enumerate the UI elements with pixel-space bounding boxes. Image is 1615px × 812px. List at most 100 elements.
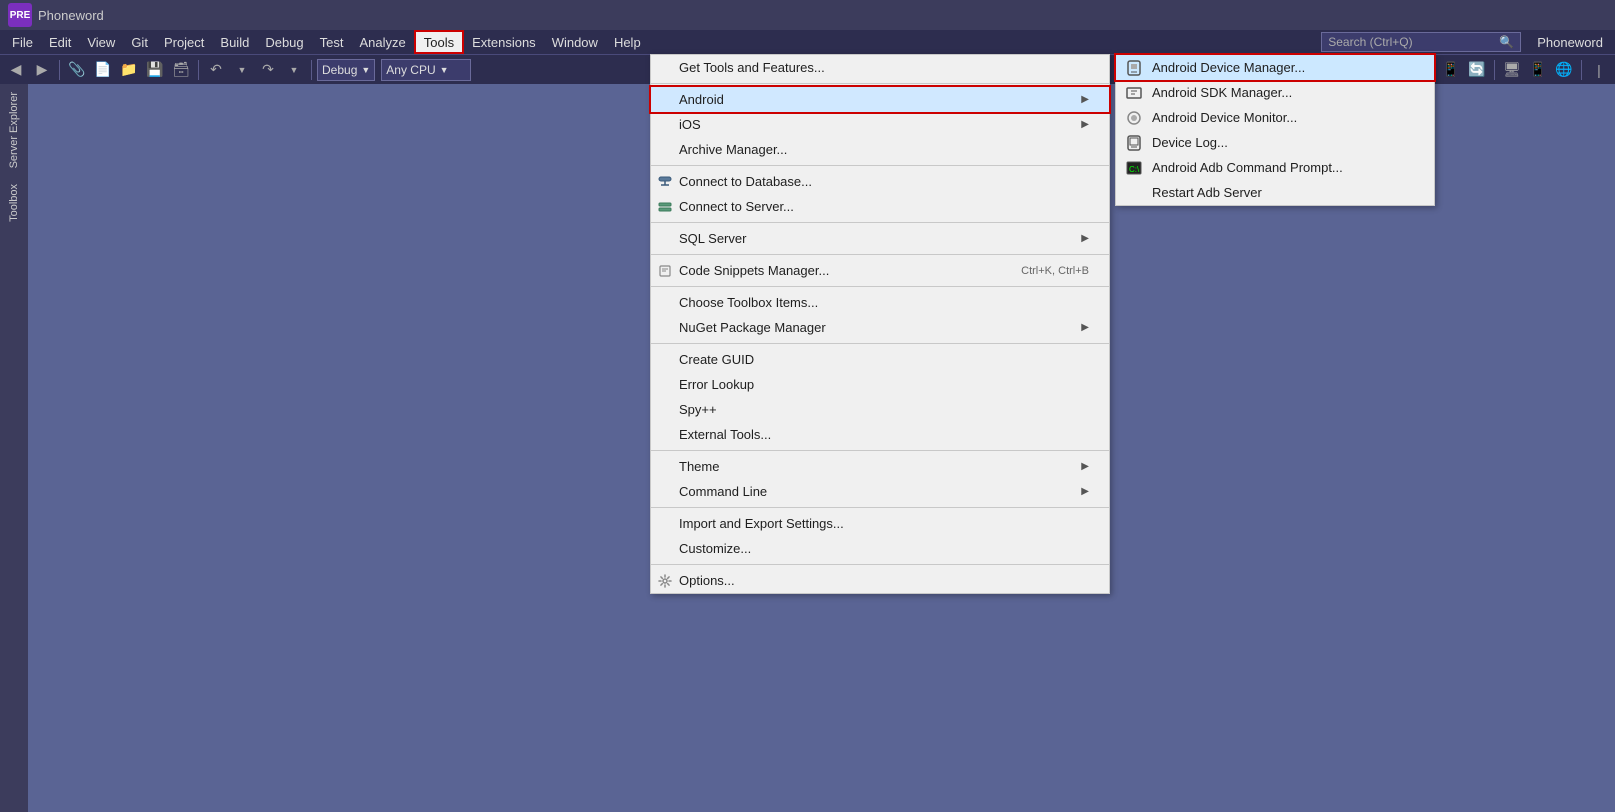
menu-extensions[interactable]: Extensions [464, 30, 544, 54]
monitor-icon[interactable]: 🖥 [1500, 58, 1524, 82]
menu-archive-manager[interactable]: Archive Manager... [651, 137, 1109, 162]
menu-window[interactable]: Window [544, 30, 606, 54]
device-log-icon [1124, 133, 1144, 153]
menu-tools[interactable]: Tools [414, 30, 464, 54]
tools-sep-2 [651, 165, 1109, 166]
menu-external-tools[interactable]: External Tools... [651, 422, 1109, 447]
menu-error-lookup[interactable]: Error Lookup [651, 372, 1109, 397]
device-monitor-icon [1124, 108, 1144, 128]
menu-customize[interactable]: Customize... [651, 536, 1109, 561]
menu-connect-database[interactable]: Connect to Database... [651, 169, 1109, 194]
menu-options[interactable]: Options... [651, 568, 1109, 593]
search-box[interactable]: Search (Ctrl+Q) 🔍 [1321, 32, 1521, 52]
separator-icon: | [1587, 58, 1611, 82]
toolbar-sep-2 [198, 60, 199, 80]
tools-sep-7 [651, 450, 1109, 451]
menu-command-line[interactable]: Command Line ▶ [651, 479, 1109, 504]
platform-arrow: ▼ [440, 65, 449, 75]
ios-arrow-icon: ▶ [1081, 119, 1089, 130]
toolbar-sep-4 [1494, 60, 1495, 80]
open-btn[interactable]: 📁 [117, 58, 141, 82]
cmdline-arrow-icon: ▶ [1081, 486, 1089, 497]
tools-sep-9 [651, 564, 1109, 565]
menu-create-guid[interactable]: Create GUID [651, 347, 1109, 372]
android-submenu[interactable]: Android Device Manager... Android SDK Ma… [1115, 54, 1435, 206]
tools-sep-3 [651, 222, 1109, 223]
globe-icon[interactable]: 🌐 [1552, 58, 1576, 82]
menu-bar-right: Search (Ctrl+Q) 🔍 Phoneword [1321, 32, 1611, 52]
snippets-icon [657, 263, 673, 279]
attach-btn[interactable]: 📎 [65, 58, 89, 82]
android-adb-item[interactable]: C:\ Android Adb Command Prompt... [1116, 155, 1434, 180]
save-btn[interactable]: 💾 [143, 58, 167, 82]
sql-arrow-icon: ▶ [1081, 233, 1089, 244]
menu-build[interactable]: Build [212, 30, 257, 54]
toolbox-tab[interactable]: Toolbox [6, 176, 22, 230]
tools-sep-6 [651, 343, 1109, 344]
menu-choose-toolbox[interactable]: Choose Toolbox Items... [651, 290, 1109, 315]
menu-nuget[interactable]: NuGet Package Manager ▶ [651, 315, 1109, 340]
new-item-btn[interactable]: 📄 [91, 58, 115, 82]
adb-icon: C:\ [1124, 158, 1144, 178]
tablet2-icon[interactable]: 📱 [1526, 58, 1550, 82]
refresh-icon[interactable]: 🔄 [1465, 58, 1489, 82]
menu-android[interactable]: Android ▶ [651, 87, 1109, 112]
redo-btn[interactable]: ↷ [256, 58, 280, 82]
platform-dropdown[interactable]: Any CPU ▼ [381, 59, 471, 81]
android-device-monitor-item[interactable]: Android Device Monitor... [1116, 105, 1434, 130]
sdk-manager-icon [1124, 83, 1144, 103]
device-log-item[interactable]: Device Log... [1116, 130, 1434, 155]
android-device-manager-item[interactable]: Android Device Manager... [1116, 55, 1434, 80]
back-btn[interactable]: ◀ [4, 58, 28, 82]
menu-ios[interactable]: iOS ▶ [651, 112, 1109, 137]
menu-test[interactable]: Test [312, 30, 352, 54]
menu-analyze[interactable]: Analyze [351, 30, 413, 54]
android-arrow-icon: ▶ [1081, 94, 1089, 105]
menu-import-export[interactable]: Import and Export Settings... [651, 511, 1109, 536]
toolbar-sep-3 [311, 60, 312, 80]
search-placeholder: Search (Ctrl+Q) [1328, 35, 1412, 49]
tools-sep-4 [651, 254, 1109, 255]
menu-file[interactable]: File [4, 30, 41, 54]
save-all-btn[interactable]: 🗃 [169, 58, 193, 82]
snippets-shortcut: Ctrl+K, Ctrl+B [1021, 265, 1089, 277]
svg-text:C:\: C:\ [1129, 165, 1140, 174]
undo-dropdown-btn[interactable]: ▼ [230, 58, 254, 82]
menu-spy[interactable]: Spy++ [651, 397, 1109, 422]
menu-connect-server[interactable]: Connect to Server... [651, 194, 1109, 219]
app-title: Phoneword [38, 8, 104, 23]
menu-view[interactable]: View [79, 30, 123, 54]
tools-sep-8 [651, 507, 1109, 508]
menu-help[interactable]: Help [606, 30, 649, 54]
menu-code-snippets[interactable]: Code Snippets Manager... Ctrl+K, Ctrl+B [651, 258, 1109, 283]
redo-dropdown-btn[interactable]: ▼ [282, 58, 306, 82]
server-explorer-tab[interactable]: Server Explorer [6, 84, 22, 176]
menu-project[interactable]: Project [156, 30, 212, 54]
tools-sep-5 [651, 286, 1109, 287]
menu-bar: File Edit View Git Project Build Debug T… [0, 30, 1615, 54]
android-sdk-manager-item[interactable]: Android SDK Manager... [1116, 80, 1434, 105]
options-gear-icon [657, 573, 673, 589]
menu-sql-server[interactable]: SQL Server ▶ [651, 226, 1109, 251]
tools-menu[interactable]: Get Tools and Features... Android ▶ iOS … [650, 54, 1110, 594]
menu-theme[interactable]: Theme ▶ [651, 454, 1109, 479]
menu-git[interactable]: Git [123, 30, 156, 54]
title-bar: PRE Phoneword [0, 0, 1615, 30]
app-logo: PRE [8, 3, 32, 27]
toolbar-right: 🖥 📱 🔄 🖥 📱 🌐 | [1413, 58, 1611, 82]
nuget-arrow-icon: ▶ [1081, 322, 1089, 333]
restart-adb-item[interactable]: Restart Adb Server [1116, 180, 1434, 205]
undo-btn[interactable]: ↶ [204, 58, 228, 82]
tablet-icon[interactable]: 📱 [1439, 58, 1463, 82]
tools-sep-1 [651, 83, 1109, 84]
build-config-arrow: ▼ [361, 65, 370, 75]
menu-get-tools[interactable]: Get Tools and Features... [651, 55, 1109, 80]
build-config-dropdown[interactable]: Debug ▼ [317, 59, 375, 81]
menu-debug[interactable]: Debug [257, 30, 311, 54]
forward-btn[interactable]: ▶ [30, 58, 54, 82]
toolbar-sep-1 [59, 60, 60, 80]
device-manager-icon [1124, 58, 1144, 78]
theme-arrow-icon: ▶ [1081, 461, 1089, 472]
toolbar-sep-5 [1581, 60, 1582, 80]
menu-edit[interactable]: Edit [41, 30, 79, 54]
